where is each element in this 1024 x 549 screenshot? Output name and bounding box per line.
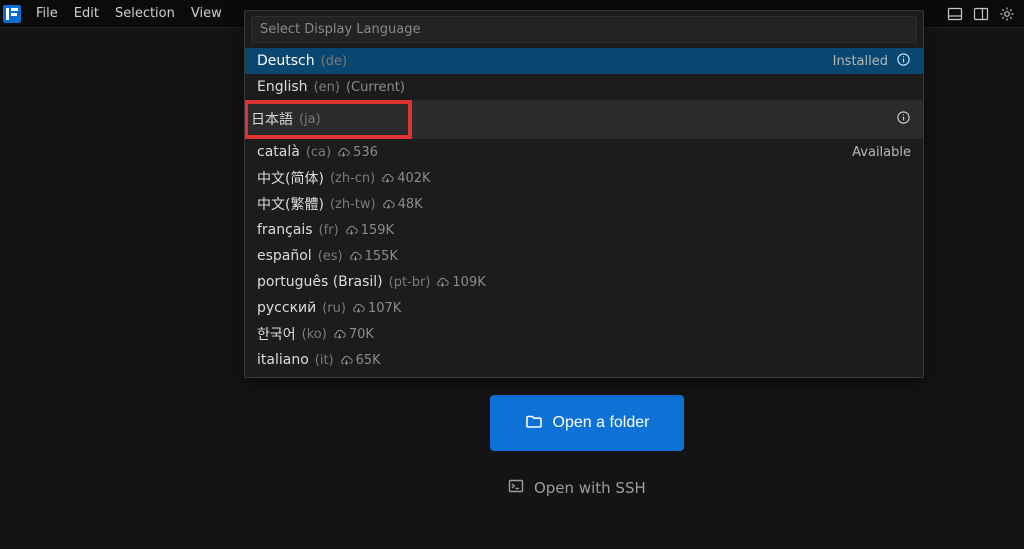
- language-row[interactable]: русский (ru) 107K: [245, 295, 923, 321]
- language-row[interactable]: English (en) (Current): [245, 74, 923, 100]
- language-row[interactable]: 한국어 (ko) 70K: [245, 321, 923, 347]
- download-count: 107K: [352, 301, 401, 316]
- language-name: português (Brasil): [257, 274, 383, 290]
- app-icon: [0, 2, 24, 26]
- quickpick-placeholder: Select Display Language: [260, 22, 420, 37]
- language-name: 中文(繁體): [257, 194, 324, 214]
- menu-selection[interactable]: Selection: [107, 0, 183, 28]
- language-row[interactable]: français (fr) 159K: [245, 217, 923, 243]
- download-count: 159K: [345, 223, 394, 238]
- layout-panel-icon[interactable]: [942, 1, 968, 27]
- language-row[interactable]: español (es) 155K: [245, 243, 923, 269]
- info-icon[interactable]: [896, 52, 911, 71]
- language-code: (ko): [302, 327, 327, 342]
- download-count: 536: [337, 145, 378, 160]
- menu-label: View: [191, 6, 222, 21]
- language-name: español: [257, 248, 312, 264]
- terminal-icon: [508, 478, 524, 498]
- language-name: català: [257, 144, 300, 160]
- download-count: 402K: [381, 171, 430, 186]
- language-row[interactable]: italiano (it) 65K: [245, 347, 923, 373]
- language-name: français: [257, 222, 313, 238]
- language-name: English: [257, 79, 308, 95]
- section-label-installed: Installed: [833, 54, 888, 69]
- language-code: (ca): [306, 145, 331, 160]
- download-count: 65K: [340, 353, 381, 368]
- open-ssh-button[interactable]: Open with SSH: [508, 478, 646, 498]
- quickpick-input[interactable]: Select Display Language: [251, 16, 917, 43]
- language-code: (en): [314, 80, 340, 95]
- download-count: 109K: [436, 275, 485, 290]
- open-ssh-label: Open with SSH: [534, 479, 646, 497]
- highlight-box: 日本語 (ja): [245, 100, 412, 139]
- language-name: italiano: [257, 352, 309, 368]
- language-name: Deutsch: [257, 53, 315, 69]
- menu-edit[interactable]: Edit: [66, 0, 107, 28]
- language-code: (de): [321, 54, 347, 69]
- language-code: (pt-br): [389, 275, 431, 290]
- download-count: 155K: [349, 249, 398, 264]
- menu-file[interactable]: File: [28, 0, 66, 28]
- menu-label: Edit: [74, 6, 99, 21]
- language-row[interactable]: português (Brasil) (pt-br) 109K: [245, 269, 923, 295]
- menu-view[interactable]: View: [183, 0, 230, 28]
- language-row[interactable]: Deutsch (de) Installed: [245, 48, 923, 74]
- language-name: 日本語: [251, 109, 293, 129]
- info-icon[interactable]: [896, 110, 911, 129]
- quickpick-list: Deutsch (de) Installed English (en) (Current)…: [245, 48, 923, 377]
- language-row[interactable]: 中文(简体) (zh-cn) 402K: [245, 165, 923, 191]
- language-row[interactable]: polski(pl)46K: [245, 373, 923, 377]
- menu-label: File: [36, 6, 58, 21]
- language-name: русский: [257, 300, 316, 316]
- download-count: 48K: [382, 197, 423, 212]
- language-name: 한국어: [257, 324, 296, 344]
- language-code: (it): [315, 353, 334, 368]
- layout-sidebar-icon[interactable]: [968, 1, 994, 27]
- download-count: 70K: [333, 327, 374, 342]
- language-code: (ru): [322, 301, 346, 316]
- folder-open-icon: [525, 412, 543, 435]
- language-row[interactable]: 中文(繁體) (zh-tw) 48K: [245, 191, 923, 217]
- language-quickpick: Select Display Language Deutsch (de) Insta…: [244, 10, 924, 378]
- language-row[interactable]: 日本語 (ja): [245, 100, 923, 139]
- open-folder-label: Open a folder: [553, 414, 650, 432]
- menu-label: Selection: [115, 6, 175, 21]
- language-code: (zh-cn): [330, 171, 375, 186]
- language-row[interactable]: català (ca) 536 Available: [245, 139, 923, 165]
- current-marker: (Current): [346, 80, 405, 95]
- language-code: (fr): [319, 223, 339, 238]
- settings-gear-icon[interactable]: [994, 1, 1020, 27]
- language-code: (ja): [299, 112, 321, 127]
- language-name: 中文(简体): [257, 168, 324, 188]
- language-code: (zh-tw): [330, 197, 376, 212]
- language-code: (es): [318, 249, 343, 264]
- section-label-available: Available: [852, 145, 911, 160]
- open-folder-button[interactable]: Open a folder: [490, 395, 684, 451]
